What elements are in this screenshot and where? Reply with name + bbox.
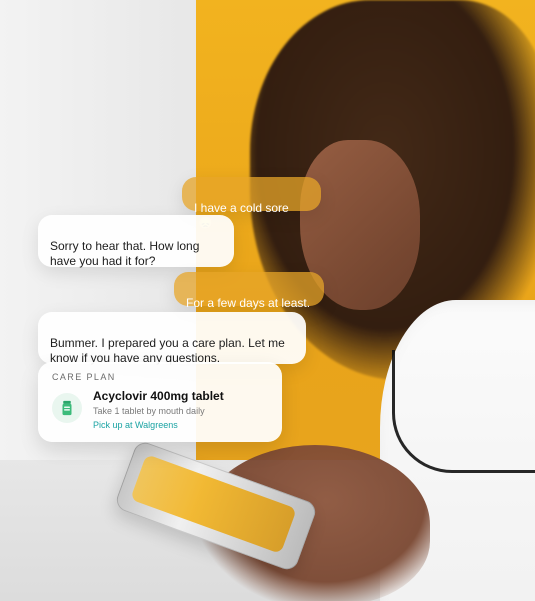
user-message-1-text: I have a cold sore: [194, 201, 289, 215]
medication-name: Acyclovir 400mg tablet: [93, 389, 224, 403]
assistant-message-1-text: Sorry to hear that. How long have you ha…: [50, 239, 200, 268]
assistant-message-1: Sorry to hear that. How long have you ha…: [38, 215, 234, 268]
medication-instructions: Take 1 tablet by mouth daily: [93, 406, 205, 416]
pickup-link[interactable]: Pick up at Walgreens: [93, 420, 178, 430]
chat-illustration-frame: I have a cold sore 😞 Sorry to hear that.…: [0, 0, 535, 601]
user-message-2: For a few days at least.: [174, 272, 324, 310]
assistant-message-2-text: Bummer. I prepared you a care plan. Let …: [50, 336, 285, 365]
care-plan-label: CARE PLAN: [52, 372, 116, 382]
care-plan-card[interactable]: CARE PLAN Acyclovir 400mg tablet Take 1 …: [38, 362, 282, 442]
user-message-1: I have a cold sore 😞: [182, 177, 321, 230]
user-message-2-text: For a few days at least.: [186, 296, 311, 310]
assistant-message-2: Bummer. I prepared you a care plan. Let …: [38, 312, 306, 365]
shirt-trim: [392, 350, 535, 473]
pill-bottle-icon: [52, 393, 82, 423]
